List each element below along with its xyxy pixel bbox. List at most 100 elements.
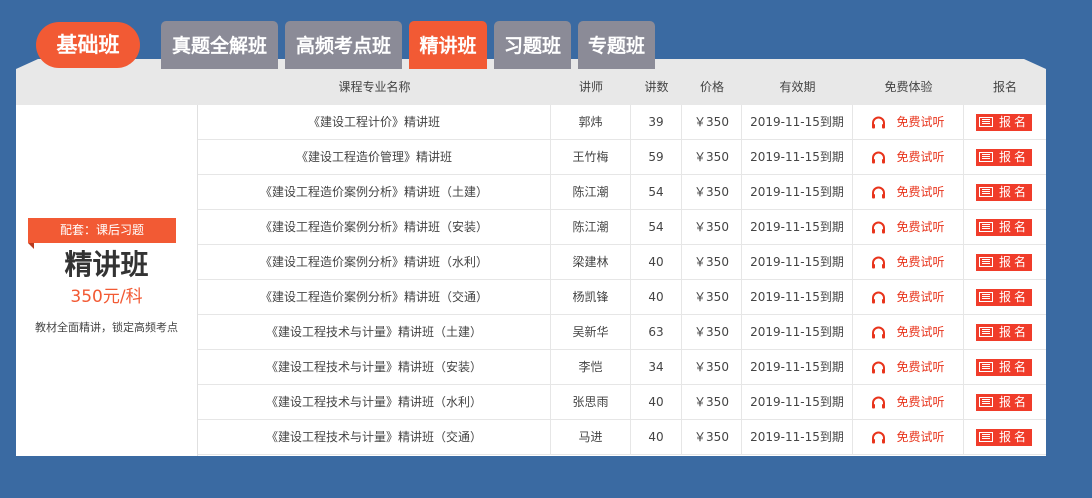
course-summary: 配套：课后习题 精讲班 350元/科 教材全面精讲，锁定高频考点 bbox=[16, 105, 198, 456]
signup-button[interactable]: 报名 bbox=[976, 429, 1032, 446]
teacher-name: 李恺 bbox=[551, 350, 631, 384]
signup-label: 报名 bbox=[999, 255, 1030, 269]
free-trial-label: 免费试听 bbox=[896, 115, 945, 129]
lesson-count: 63 bbox=[631, 315, 682, 349]
trial-cell: 免费试听 bbox=[853, 280, 964, 314]
lesson-count: 39 bbox=[631, 105, 682, 139]
teacher-name: 陈江潮 bbox=[551, 210, 631, 244]
signup-button[interactable]: 报名 bbox=[976, 114, 1032, 131]
course-name: 《建设工程造价案例分析》精讲班（交通） bbox=[198, 280, 551, 314]
signup-button[interactable]: 报名 bbox=[976, 184, 1032, 201]
course-price-cell: ￥350 bbox=[682, 280, 742, 314]
teacher-name: 梁建林 bbox=[551, 245, 631, 279]
signup-label: 报名 bbox=[999, 325, 1030, 339]
free-trial-link[interactable]: 免费试听 bbox=[871, 290, 945, 304]
lesson-count: 54 bbox=[631, 210, 682, 244]
course-price-cell: ￥350 bbox=[682, 420, 742, 454]
free-trial-link[interactable]: 免费试听 bbox=[871, 430, 945, 444]
signup-button[interactable]: 报名 bbox=[976, 219, 1032, 236]
table-header: 课程专业名称 讲师 讲数 价格 有效期 免费体验 报名 bbox=[16, 69, 1046, 105]
validity-date: 2019-11-15到期 bbox=[742, 140, 853, 174]
free-trial-link[interactable]: 免费试听 bbox=[871, 115, 945, 129]
course-price-cell: ￥350 bbox=[682, 350, 742, 384]
signup-cell: 报名 bbox=[964, 140, 1046, 174]
validity-date: 2019-11-15到期 bbox=[742, 315, 853, 349]
free-trial-label: 免费试听 bbox=[896, 430, 945, 444]
signup-button[interactable]: 报名 bbox=[976, 324, 1032, 341]
headphones-icon bbox=[872, 116, 886, 129]
register-icon bbox=[979, 152, 993, 162]
signup-label: 报名 bbox=[999, 290, 1030, 304]
free-trial-link[interactable]: 免费试听 bbox=[871, 150, 945, 164]
signup-button[interactable]: 报名 bbox=[976, 394, 1032, 411]
free-trial-label: 免费试听 bbox=[896, 255, 945, 269]
validity-date: 2019-11-15到期 bbox=[742, 385, 853, 419]
lesson-count: 34 bbox=[631, 350, 682, 384]
table-row: 《建设工程技术与计量》精讲班（土建） 吴新华 63 ￥350 2019-11-15到期 免… bbox=[198, 315, 1046, 350]
signup-label: 报名 bbox=[999, 185, 1030, 199]
tab-xiti[interactable]: 习题班 bbox=[494, 21, 571, 69]
free-trial-label: 免费试听 bbox=[896, 150, 945, 164]
course-name: 《建设工程造价案例分析》精讲班（水利） bbox=[198, 245, 551, 279]
signup-label: 报名 bbox=[999, 360, 1030, 374]
course-title: 精讲班 bbox=[64, 248, 149, 281]
table-row: 《建设工程造价案例分析》精讲班（土建） 陈江潮 54 ￥350 2019-11-15到期… bbox=[198, 175, 1046, 210]
free-trial-label: 免费试听 bbox=[896, 360, 945, 374]
table-row: 《建设工程造价案例分析》精讲班（水利） 梁建林 40 ￥350 2019-11-15到期… bbox=[198, 245, 1046, 280]
free-trial-link[interactable]: 免费试听 bbox=[871, 185, 945, 199]
lesson-count: 40 bbox=[631, 280, 682, 314]
trial-cell: 免费试听 bbox=[853, 385, 964, 419]
free-trial-link[interactable]: 免费试听 bbox=[871, 360, 945, 374]
course-price-cell: ￥350 bbox=[682, 140, 742, 174]
table-row: 《建设工程计价》精讲班 郭炜 39 ￥350 2019-11-15到期 免费试听 报名 bbox=[198, 105, 1046, 140]
free-trial-label: 免费试听 bbox=[896, 220, 945, 234]
course-price-cell: ￥350 bbox=[682, 385, 742, 419]
free-trial-link[interactable]: 免费试听 bbox=[871, 395, 945, 409]
trial-cell: 免费试听 bbox=[853, 420, 964, 454]
table-row: 《建设工程造价管理》精讲班 王竹梅 59 ￥350 2019-11-15到期 免费试听 报名 bbox=[198, 140, 1046, 175]
validity-date: 2019-11-15到期 bbox=[742, 105, 853, 139]
register-icon bbox=[979, 362, 993, 372]
teacher-name: 张思雨 bbox=[551, 385, 631, 419]
signup-button[interactable]: 报名 bbox=[976, 254, 1032, 271]
course-price-cell: ￥350 bbox=[682, 105, 742, 139]
headphones-icon bbox=[872, 151, 886, 164]
tab-zhenti[interactable]: 真题全解班 bbox=[161, 21, 278, 69]
signup-label: 报名 bbox=[999, 115, 1030, 129]
tab-zhuanti[interactable]: 专题班 bbox=[578, 21, 655, 69]
lesson-count: 40 bbox=[631, 245, 682, 279]
trial-cell: 免费试听 bbox=[853, 350, 964, 384]
signup-label: 报名 bbox=[999, 430, 1030, 444]
supplement-tag: 配套：课后习题 bbox=[28, 218, 176, 243]
teacher-name: 陈江潮 bbox=[551, 175, 631, 209]
signup-button[interactable]: 报名 bbox=[976, 289, 1032, 306]
table-row: 《建设工程技术与计量》精讲班（安装） 李恺 34 ￥350 2019-11-15到期 免费… bbox=[198, 350, 1046, 385]
register-icon bbox=[979, 397, 993, 407]
signup-label: 报名 bbox=[999, 150, 1030, 164]
headphones-icon bbox=[872, 431, 886, 444]
free-trial-link[interactable]: 免费试听 bbox=[871, 255, 945, 269]
tab-gaopin[interactable]: 高频考点班 bbox=[285, 21, 402, 69]
trial-cell: 免费试听 bbox=[853, 315, 964, 349]
trial-cell: 免费试听 bbox=[853, 210, 964, 244]
table-body: 《建设工程计价》精讲班 郭炜 39 ￥350 2019-11-15到期 免费试听 报名 《建设… bbox=[198, 105, 1046, 455]
register-icon bbox=[979, 327, 993, 337]
headphones-icon bbox=[872, 326, 886, 339]
signup-button[interactable]: 报名 bbox=[976, 149, 1032, 166]
register-icon bbox=[979, 292, 993, 302]
signup-label: 报名 bbox=[999, 395, 1030, 409]
table-row: 《建设工程造价案例分析》精讲班（安装） 陈江潮 54 ￥350 2019-11-15到期… bbox=[198, 210, 1046, 245]
register-icon bbox=[979, 432, 993, 442]
validity-date: 2019-11-15到期 bbox=[742, 420, 853, 454]
register-icon bbox=[979, 257, 993, 267]
course-price-cell: ￥350 bbox=[682, 315, 742, 349]
trial-cell: 免费试听 bbox=[853, 105, 964, 139]
tab-jingjiang[interactable]: 精讲班 bbox=[409, 21, 487, 69]
free-trial-link[interactable]: 免费试听 bbox=[871, 220, 945, 234]
free-trial-link[interactable]: 免费试听 bbox=[871, 325, 945, 339]
header-lessons: 讲数 bbox=[644, 80, 669, 94]
validity-date: 2019-11-15到期 bbox=[742, 175, 853, 209]
signup-button[interactable]: 报名 bbox=[976, 359, 1032, 376]
signup-cell: 报名 bbox=[964, 210, 1046, 244]
course-name: 《建设工程计价》精讲班 bbox=[198, 105, 551, 139]
